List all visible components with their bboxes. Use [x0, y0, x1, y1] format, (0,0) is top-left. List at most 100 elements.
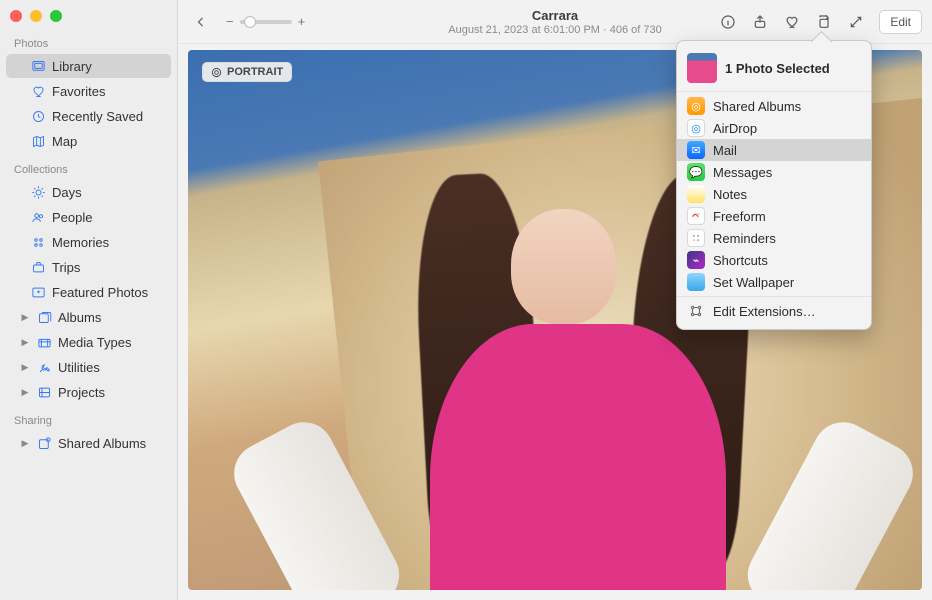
- share-item-set-wallpaper[interactable]: Set Wallpaper: [677, 271, 871, 293]
- sidebar-item-memories[interactable]: Memories: [6, 230, 171, 254]
- share-thumbnail: [687, 53, 717, 83]
- minimize-window-button[interactable]: [30, 10, 42, 22]
- sidebar-item-featured-photos[interactable]: Featured Photos: [6, 280, 171, 304]
- share-item-messages[interactable]: 💬 Messages: [677, 161, 871, 183]
- zoom-window-button[interactable]: [50, 10, 62, 22]
- back-button[interactable]: [188, 10, 214, 34]
- zoom-track[interactable]: [240, 20, 292, 24]
- chevron-right-icon: ▶: [20, 438, 30, 448]
- zoom-in-icon: +: [298, 14, 306, 29]
- sidebar-item-label: Favorites: [52, 84, 105, 99]
- photo-subtitle: August 21, 2023 at 6:01:00 PM · 406 of 7…: [448, 24, 661, 36]
- sidebar-item-label: Albums: [58, 310, 101, 325]
- sidebar-item-label: Featured Photos: [52, 285, 148, 300]
- share-header: 1 Photo Selected: [677, 45, 871, 92]
- share-item-notes[interactable]: Notes: [677, 183, 871, 205]
- sidebar-item-label: Library: [52, 59, 92, 74]
- share-item-airdrop[interactable]: ◎ AirDrop: [677, 117, 871, 139]
- portrait-badge: PORTRAIT: [202, 62, 292, 82]
- sidebar-item-projects[interactable]: ▶ Projects: [6, 380, 171, 404]
- share-item-label: Set Wallpaper: [713, 275, 794, 290]
- sidebar-item-trips[interactable]: Trips: [6, 255, 171, 279]
- wallpaper-icon: [687, 273, 705, 291]
- sidebar-item-people[interactable]: People: [6, 205, 171, 229]
- chevron-right-icon: ▶: [20, 362, 30, 372]
- airdrop-icon: ◎: [687, 119, 705, 137]
- sidebar-item-map[interactable]: Map: [6, 129, 171, 153]
- suitcase-icon: [30, 259, 46, 275]
- shared-album-icon: [36, 435, 52, 451]
- share-item-label: Edit Extensions…: [713, 304, 816, 319]
- sidebar-item-shared-albums[interactable]: ▶ Shared Albums: [6, 431, 171, 455]
- clock-icon: [30, 108, 46, 124]
- sidebar-item-media-types[interactable]: ▶ Media Types: [6, 330, 171, 354]
- chevron-right-icon: ▶: [20, 312, 30, 322]
- sidebar-item-label: Recently Saved: [52, 109, 143, 124]
- sidebar-item-label: Trips: [52, 260, 80, 275]
- notes-icon: [687, 185, 705, 203]
- share-item-edit-extensions[interactable]: Edit Extensions…: [677, 300, 871, 322]
- info-button[interactable]: [715, 10, 741, 34]
- share-item-label: Shared Albums: [713, 99, 801, 114]
- photo-title: Carrara: [448, 8, 661, 23]
- share-header-title: 1 Photo Selected: [725, 61, 830, 76]
- window-controls: [0, 6, 177, 36]
- sidebar-section-photos: Photos: [0, 36, 177, 54]
- sidebar-item-days[interactable]: Days: [6, 180, 171, 204]
- albums-icon: [36, 309, 52, 325]
- sidebar: Photos Library Favorites Recently Saved …: [0, 0, 178, 600]
- favorite-button[interactable]: [779, 10, 805, 34]
- sidebar-item-label: Media Types: [58, 335, 131, 350]
- sidebar-item-favorites[interactable]: Favorites: [6, 79, 171, 103]
- sidebar-item-library[interactable]: Library: [6, 54, 171, 78]
- zoom-out-icon: −: [226, 14, 234, 29]
- toolbar-title-group: Carrara August 21, 2023 at 6:01:00 PM · …: [448, 8, 661, 36]
- sidebar-item-utilities[interactable]: ▶ Utilities: [6, 355, 171, 379]
- rotate-button[interactable]: [811, 10, 837, 34]
- zoom-knob[interactable]: [244, 16, 256, 28]
- auto-enhance-button[interactable]: [843, 10, 869, 34]
- heart-icon: [30, 83, 46, 99]
- portrait-badge-label: PORTRAIT: [227, 66, 283, 78]
- share-item-label: Shortcuts: [713, 253, 768, 268]
- utilities-icon: [36, 359, 52, 375]
- chevron-right-icon: ▶: [20, 337, 30, 347]
- memories-icon: [30, 234, 46, 250]
- shortcuts-icon: ⌁: [687, 251, 705, 269]
- share-separator: [677, 296, 871, 297]
- sidebar-item-albums[interactable]: ▶ Albums: [6, 305, 171, 329]
- share-menu: ◎ Shared Albums ◎ AirDrop ✉ Mail 💬 Messa…: [677, 92, 871, 325]
- people-icon: [30, 209, 46, 225]
- main-content: − + Carrara August 21, 2023 at 6:01:00 P…: [178, 0, 932, 600]
- extensions-icon: [687, 302, 705, 320]
- mail-icon: ✉: [687, 141, 705, 159]
- share-button[interactable]: [747, 10, 773, 34]
- library-icon: [30, 58, 46, 74]
- share-item-shortcuts[interactable]: ⌁ Shortcuts: [677, 249, 871, 271]
- sidebar-section-sharing: Sharing: [0, 413, 177, 431]
- share-item-label: Reminders: [713, 231, 776, 246]
- share-popover: 1 Photo Selected ◎ Shared Albums ◎ AirDr…: [676, 40, 872, 330]
- freeform-icon: [687, 207, 705, 225]
- share-item-label: AirDrop: [713, 121, 757, 136]
- sidebar-item-label: Utilities: [58, 360, 100, 375]
- share-item-shared-albums[interactable]: ◎ Shared Albums: [677, 95, 871, 117]
- messages-icon: 💬: [687, 163, 705, 181]
- share-item-mail[interactable]: ✉ Mail: [677, 139, 871, 161]
- sidebar-item-label: Days: [52, 185, 82, 200]
- sidebar-item-recently-saved[interactable]: Recently Saved: [6, 104, 171, 128]
- sidebar-section-collections: Collections: [0, 162, 177, 180]
- share-item-label: Freeform: [713, 209, 766, 224]
- share-item-freeform[interactable]: Freeform: [677, 205, 871, 227]
- sidebar-item-label: Map: [52, 134, 77, 149]
- shared-albums-icon: ◎: [687, 97, 705, 115]
- sparkle-icon: [30, 284, 46, 300]
- share-item-label: Mail: [713, 143, 737, 158]
- edit-button[interactable]: Edit: [879, 10, 922, 34]
- close-window-button[interactable]: [10, 10, 22, 22]
- media-types-icon: [36, 334, 52, 350]
- share-item-reminders[interactable]: Reminders: [677, 227, 871, 249]
- sidebar-item-label: People: [52, 210, 92, 225]
- zoom-slider[interactable]: − +: [226, 14, 305, 29]
- projects-icon: [36, 384, 52, 400]
